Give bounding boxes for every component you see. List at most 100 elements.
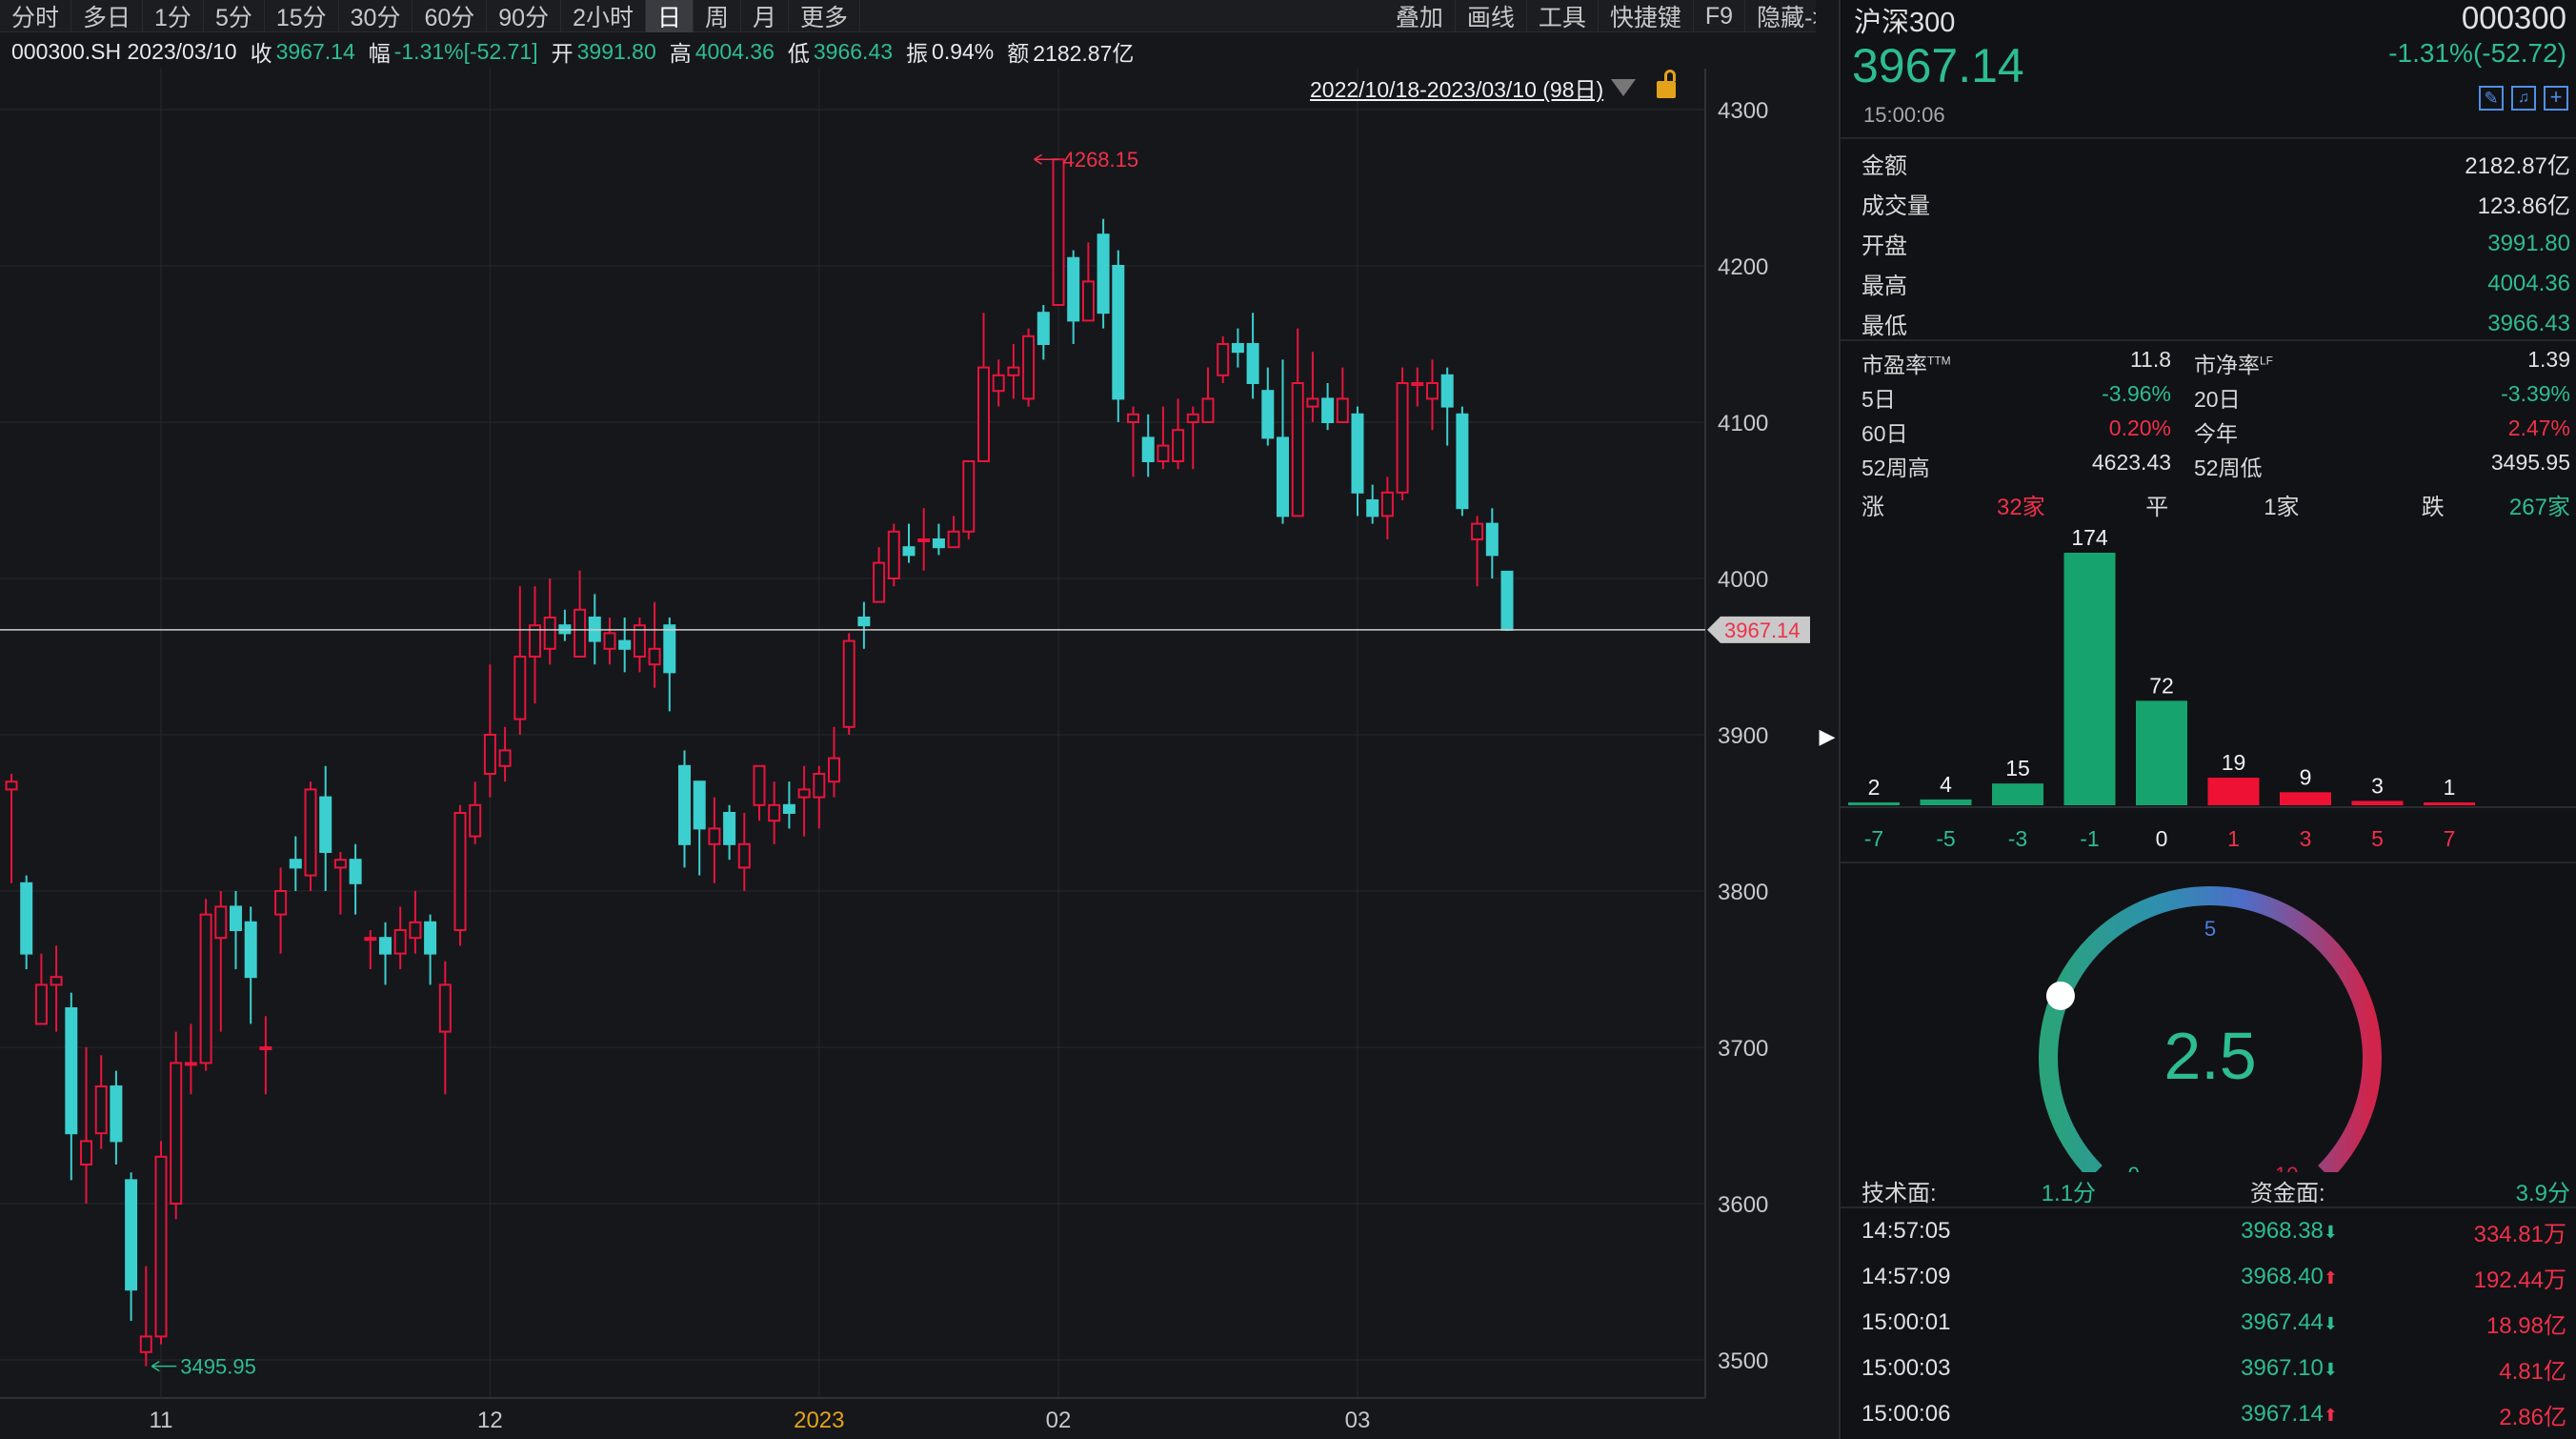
candle <box>932 523 945 556</box>
tick-row[interactable]: 14:57:05 3968.38⬇ 334.81万 <box>1862 1208 2566 1254</box>
toolbar-tool-1[interactable]: 画线 <box>1456 0 1527 32</box>
candle <box>1231 328 1244 368</box>
candle <box>244 906 257 1024</box>
candle <box>977 313 990 463</box>
period-tab-10[interactable]: 周 <box>694 0 742 32</box>
toolbar-tool-3[interactable]: 快捷键 <box>1599 0 1694 32</box>
period-tab-11[interactable]: 月 <box>741 0 790 32</box>
current-price-label: 3967.14 <box>1724 618 1801 642</box>
ratio-label: 20日 <box>2194 387 2241 412</box>
period-tab-6[interactable]: 60分 <box>413 0 488 32</box>
candle <box>902 523 916 563</box>
candle <box>214 891 228 1032</box>
kline-svg[interactable]: 4300 4200 4100 4000 3900 3800 3700 3600 3500 11 12… <box>0 69 1816 1439</box>
candle <box>873 547 886 603</box>
dist-axis-label: 5 <box>2371 826 2384 851</box>
extreme-annotation: 4268.15 <box>1034 148 1138 172</box>
expand-arrow-icon[interactable]: ▶ <box>1816 724 1839 751</box>
tick-time: 15:00:06 <box>1862 1401 1951 1427</box>
candle <box>1396 367 1409 500</box>
stat-row: 最低 3966.43 <box>1862 307 2570 340</box>
x-tick-label: 02 <box>1046 1408 1072 1433</box>
period-tab-0[interactable]: 分时 <box>0 0 72 32</box>
dist-bar-label: 72 <box>2149 673 2174 698</box>
candle <box>828 726 840 798</box>
toolbar-tool-0[interactable]: 叠加 <box>1384 0 1456 32</box>
period-tab-9[interactable]: 日 <box>646 0 694 32</box>
tick-row[interactable]: 15:00:01 3967.44⬇ 18.98亿 <box>1862 1300 2566 1346</box>
candle <box>1261 367 1275 446</box>
candle <box>1112 250 1125 422</box>
candle <box>1471 516 1484 587</box>
period-tab-2[interactable]: 1分 <box>143 0 204 32</box>
open-value: 3991.80 <box>576 38 656 64</box>
y-tick-label: 4300 <box>1718 98 1768 124</box>
period-tab-7[interactable]: 90分 <box>487 0 562 32</box>
dist-bar <box>2424 802 2475 805</box>
ratio-value: 3495.95 <box>2490 450 2570 475</box>
edit-icon[interactable]: ✎ <box>2479 86 2504 111</box>
y-tick-label: 3700 <box>1718 1036 1768 1062</box>
score-gauge: 2.5 0 5 10 <box>1841 867 2576 1172</box>
bell-icon[interactable]: ♫ <box>2511 86 2536 111</box>
ratio-value: 11.8 <box>2129 347 2171 372</box>
toolbar-right: 叠加 画线 工具 快捷键 F9 隐藏-> <box>1384 0 1839 32</box>
ratio-value: -3.39% <box>2501 381 2570 406</box>
dropdown-triangle-icon[interactable] <box>1611 79 1637 96</box>
candle <box>50 945 63 1032</box>
kline-chart[interactable]: 4300 4200 4100 4000 3900 3800 3700 3600 3500 11 12… <box>0 69 1839 1439</box>
period-tab-3[interactable]: 5分 <box>204 0 265 32</box>
panel-splitter[interactable] <box>1816 0 1839 1439</box>
ratio-label: 5日 <box>1862 387 1896 412</box>
dist-axis-label: -1 <box>2080 826 2099 851</box>
candle <box>230 891 242 969</box>
stat-label: 成交量 <box>1862 193 1930 219</box>
y-tick-label: 4000 <box>1718 567 1768 593</box>
dist-bar <box>2207 778 2260 805</box>
gauge-mid-label: 5 <box>2204 917 2216 941</box>
period-tab-4[interactable]: 15分 <box>265 0 339 32</box>
stat-value: 3966.43 <box>2487 310 2570 336</box>
candle <box>80 1047 92 1204</box>
close-label: 收 <box>250 41 272 66</box>
candle <box>1007 344 1020 399</box>
period-tab-8[interactable]: 2小时 <box>561 0 646 32</box>
amplitude-label: 振 <box>906 41 929 66</box>
candle <box>753 764 766 821</box>
candle <box>842 633 855 735</box>
dist-bar-label: 4 <box>1940 772 1952 797</box>
candle <box>603 618 616 665</box>
candle <box>259 1016 272 1095</box>
tick-row[interactable]: 14:57:09 3968.40⬆ 192.44万 <box>1862 1254 2566 1300</box>
candle <box>1306 352 1319 422</box>
period-tab-5[interactable]: 30分 <box>339 0 413 32</box>
candle <box>1246 313 1259 399</box>
toolbar-tool-4[interactable]: F9 <box>1694 0 1746 32</box>
candle <box>1036 305 1050 360</box>
gauge-knob <box>2045 981 2075 1010</box>
amplitude-value: 0.94% <box>932 38 995 64</box>
candle <box>409 891 422 954</box>
add-icon[interactable]: + <box>2544 86 2568 111</box>
down-arrow-icon: ⬇ <box>2323 1360 2338 1379</box>
dist-bar <box>2136 700 2187 805</box>
amount-label: 额 <box>1007 41 1030 66</box>
candle <box>453 804 467 946</box>
stat-value: 123.86亿 <box>2477 193 2570 219</box>
lock-icon[interactable] <box>1657 70 1677 98</box>
candle <box>574 570 587 658</box>
candle <box>154 1141 168 1345</box>
candle <box>782 781 795 829</box>
date-range-selector[interactable]: 2022/10/18-2023/03/10 (98日) <box>1310 70 1677 103</box>
dist-bar <box>2063 553 2116 805</box>
candle <box>529 586 541 704</box>
period-tab-12[interactable]: 更多 <box>789 0 861 32</box>
candle <box>1081 242 1095 322</box>
ratio-value: -3.96% <box>2102 381 2171 406</box>
period-tab-1[interactable]: 多日 <box>71 0 144 32</box>
x-tick-label: 11 <box>150 1408 173 1433</box>
candle <box>5 774 18 883</box>
tick-row[interactable]: 15:00:06 3967.14⬆ 2.86亿 <box>1862 1391 2566 1437</box>
tick-row[interactable]: 15:00:03 3967.10⬇ 4.81亿 <box>1862 1346 2566 1391</box>
toolbar-tool-2[interactable]: 工具 <box>1527 0 1599 32</box>
